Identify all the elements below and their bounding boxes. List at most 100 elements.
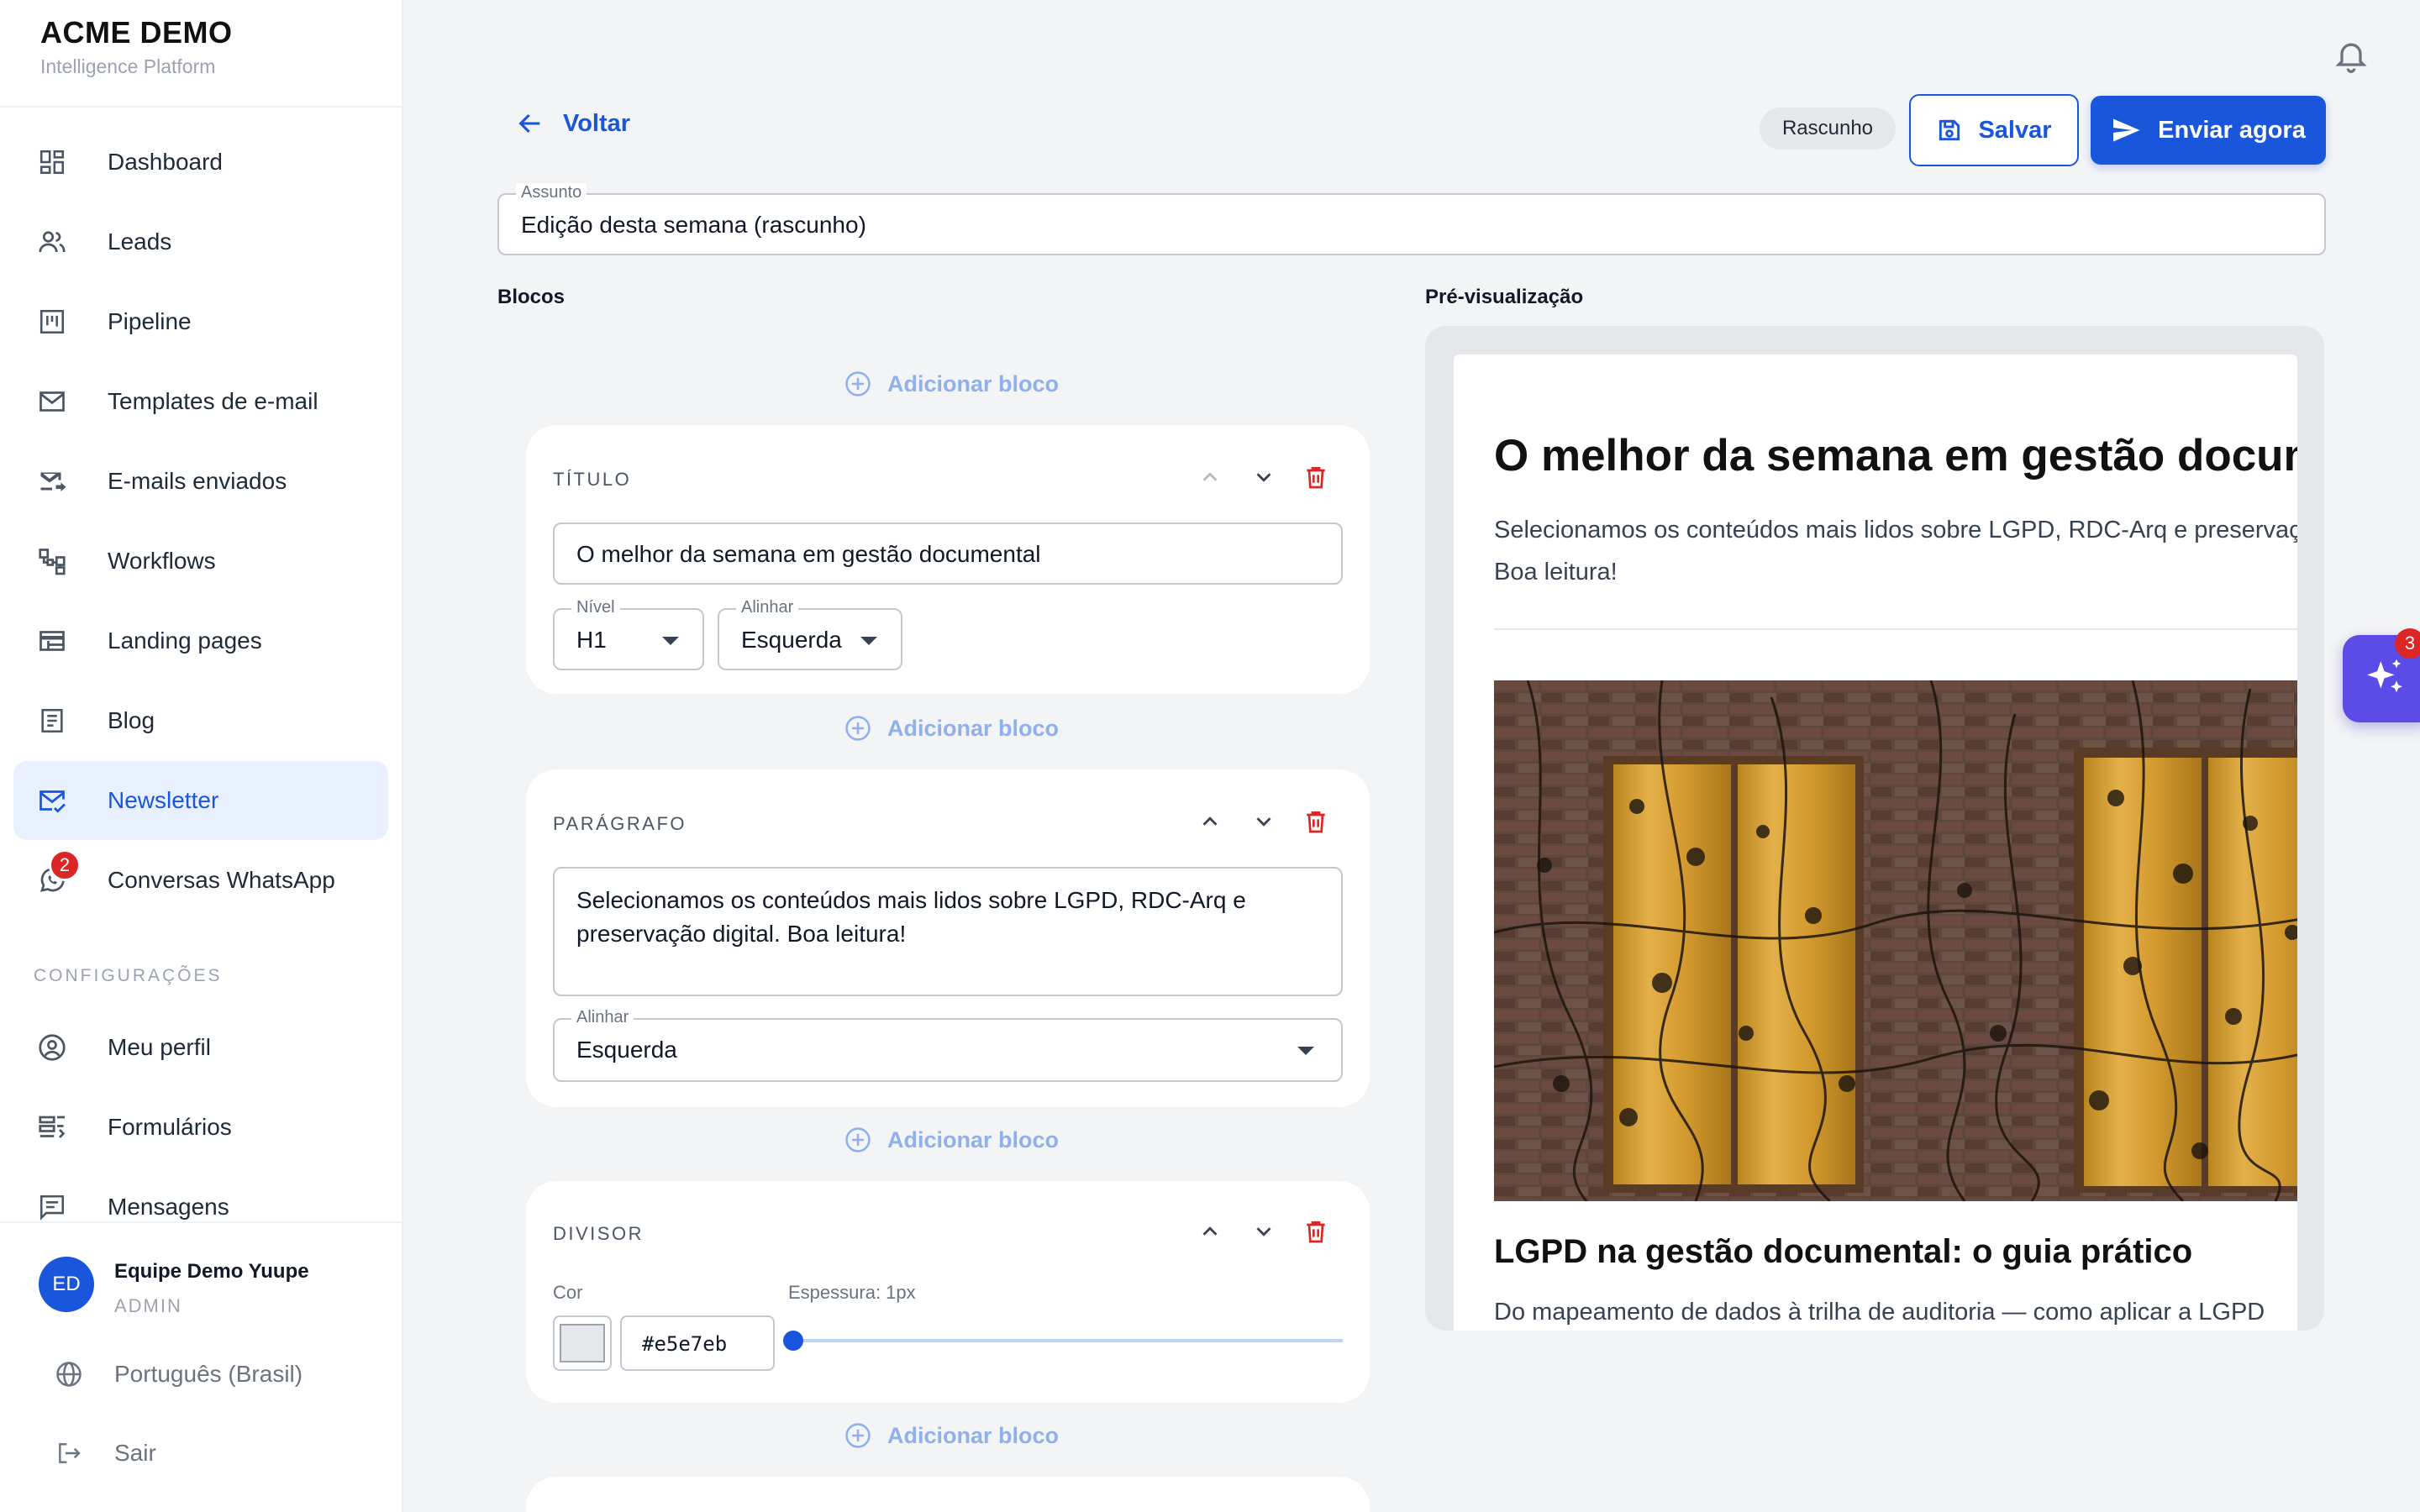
sidebar-item-label: Mensagens xyxy=(108,1194,229,1220)
whatsapp-unread-badge: 2 xyxy=(49,849,81,881)
preview-article-title: LGPD na gestão documental: o guia prátic… xyxy=(1494,1233,2193,1270)
main-nav: Dashboard Leads Pipeline Templates de e-… xyxy=(13,123,388,921)
thickness-slider-track[interactable] xyxy=(788,1339,1343,1342)
paragraph-textarea[interactable]: Selecionamos os conteúdos mais lidos sob… xyxy=(553,867,1343,996)
web-icon xyxy=(35,624,69,658)
sidebar-item-label: Workflows xyxy=(108,548,216,574)
sidebar-item-label: Leads xyxy=(108,228,172,255)
sidebar-item-leads[interactable]: Leads xyxy=(13,202,388,281)
preview-paragraph: Selecionamos os conteúdos mais lidos sob… xyxy=(1494,517,2297,585)
chevron-down-icon[interactable] xyxy=(1247,805,1281,838)
send-icon xyxy=(2113,118,2140,142)
sidebar-item-label: Blog xyxy=(108,707,155,733)
assistant-badge: 3 xyxy=(2395,628,2420,659)
color-hex-input[interactable]: #e5e7eb xyxy=(620,1315,775,1371)
trash-icon[interactable] xyxy=(1299,805,1333,838)
email-preview: O melhor da semana em gestão documental … xyxy=(1425,326,2324,1331)
caret-down-icon xyxy=(1297,1047,1314,1055)
heading-text-input[interactable]: O melhor da semana em gestão documental xyxy=(553,522,1343,585)
sidebar-item-profile[interactable]: Meu perfil xyxy=(13,1008,388,1087)
block-type-label: DIVISOR xyxy=(553,1223,644,1244)
logout-icon xyxy=(52,1436,86,1470)
profile-icon xyxy=(35,1031,69,1064)
color-picker[interactable] xyxy=(553,1315,612,1371)
chevron-up-icon[interactable] xyxy=(1193,460,1227,494)
chevron-up-icon[interactable] xyxy=(1193,1215,1227,1248)
mail-icon xyxy=(35,385,69,418)
add-block-label: Adicionar bloco xyxy=(887,1126,1060,1152)
add-circle-icon xyxy=(845,716,871,741)
preview-divider xyxy=(1494,628,2297,630)
add-block-button[interactable]: Adicionar bloco xyxy=(844,1421,1059,1450)
align-label: Alinhar xyxy=(736,598,799,617)
bell-icon[interactable] xyxy=(2333,37,2370,74)
next-block-card xyxy=(526,1477,1370,1512)
message-icon xyxy=(35,1190,69,1224)
brick-wall-shutters-image xyxy=(1494,680,2297,1201)
article-icon xyxy=(35,704,69,738)
trash-icon[interactable] xyxy=(1299,1215,1333,1248)
save-button[interactable]: Salvar xyxy=(1909,94,2079,166)
status-badge: Rascunho xyxy=(1760,108,1896,150)
sidebar-item-label: E-mails enviados xyxy=(108,468,287,494)
chevron-down-icon[interactable] xyxy=(1247,460,1281,494)
sidebar-item-whatsapp[interactable]: 2 Conversas WhatsApp xyxy=(13,841,388,920)
divider xyxy=(0,106,402,108)
level-label: Nível xyxy=(571,598,620,617)
add-circle-icon xyxy=(845,1127,871,1152)
align-value: Esquerda xyxy=(576,1037,677,1063)
paragraph-block-card: PARÁGRAFO Selecionamos os conteúdos mais… xyxy=(526,769,1370,1107)
logout-button[interactable]: Sair xyxy=(52,1436,156,1470)
sidebar-item-label: Pipeline xyxy=(108,308,192,334)
save-label: Salvar xyxy=(1978,116,2052,144)
sidebar-item-sent-emails[interactable]: E-mails enviados xyxy=(13,442,388,521)
heading-level-select[interactable]: Nível H1 xyxy=(553,598,704,670)
dashboard-icon xyxy=(35,145,69,179)
sidebar-item-label: Newsletter xyxy=(108,787,219,813)
chevron-up-icon[interactable] xyxy=(1193,805,1227,838)
heading-block-card: TÍTULO O melhor da semana em gestão docu… xyxy=(526,425,1370,694)
block-type-label: PARÁGRAFO xyxy=(553,813,687,834)
add-block-button[interactable]: Adicionar bloco xyxy=(844,370,1059,398)
logout-label: Sair xyxy=(114,1440,156,1466)
settings-nav: Meu perfil Formulários Mensagens xyxy=(13,1008,388,1247)
settings-section-label: CONFIGURAÇÕES xyxy=(34,966,223,985)
add-block-button[interactable]: Adicionar bloco xyxy=(844,714,1059,743)
users-icon xyxy=(35,225,69,259)
sidebar-item-pipeline[interactable]: Pipeline xyxy=(13,282,388,361)
sidebar-item-forms[interactable]: Formulários xyxy=(13,1088,388,1167)
sidebar-item-newsletter[interactable]: Newsletter xyxy=(13,761,388,840)
sidebar-item-dashboard[interactable]: Dashboard xyxy=(13,123,388,202)
sidebar-footer: ED Equipe Demo Yuupe ADMIN Português (Br… xyxy=(0,1221,402,1512)
sidebar-item-landing-pages[interactable]: Landing pages xyxy=(13,601,388,680)
back-label: Voltar xyxy=(563,109,631,137)
language-selector[interactable]: Português (Brasil) xyxy=(52,1357,302,1391)
sidebar-item-email-templates[interactable]: Templates de e-mail xyxy=(13,362,388,441)
sidebar: ACME DEMO Intelligence Platform Dashboar… xyxy=(0,0,403,1512)
mail-sent-icon xyxy=(35,465,69,498)
subject-field[interactable]: Assunto Edição desta semana (rascunho) xyxy=(497,183,2326,255)
trash-icon[interactable] xyxy=(1299,460,1333,494)
paragraph-text-value: Selecionamos os conteúdos mais lidos sob… xyxy=(576,887,1246,947)
newsletter-icon xyxy=(35,784,69,817)
color-swatch xyxy=(560,1324,605,1362)
add-block-button[interactable]: Adicionar bloco xyxy=(844,1126,1059,1154)
send-now-button[interactable]: Enviar agora xyxy=(2091,96,2326,165)
chevron-down-icon[interactable] xyxy=(1247,1215,1281,1248)
sidebar-item-label: Meu perfil xyxy=(108,1034,211,1060)
user-role: ADMIN xyxy=(114,1295,182,1316)
color-hex-value: #e5e7eb xyxy=(642,1332,728,1356)
preview-title: Pré-visualização xyxy=(1425,286,1584,308)
blocks-title: Blocos xyxy=(497,286,566,308)
thickness-slider-thumb[interactable] xyxy=(783,1331,803,1351)
align-value: Esquerda xyxy=(741,627,842,653)
back-button[interactable]: Voltar xyxy=(516,109,630,138)
divider-block-card: DIVISOR Cor #e5e7eb Espessura: 1px xyxy=(526,1181,1370,1403)
sidebar-item-blog[interactable]: Blog xyxy=(13,681,388,760)
heading-align-select[interactable]: Alinhar Esquerda xyxy=(718,598,902,670)
arrow-left-icon xyxy=(518,113,540,134)
block-type-label: TÍTULO xyxy=(553,469,632,490)
sidebar-item-workflows[interactable]: Workflows xyxy=(13,522,388,601)
avatar[interactable]: ED xyxy=(39,1257,94,1312)
paragraph-align-select[interactable]: Alinhar Esquerda xyxy=(553,1008,1343,1082)
